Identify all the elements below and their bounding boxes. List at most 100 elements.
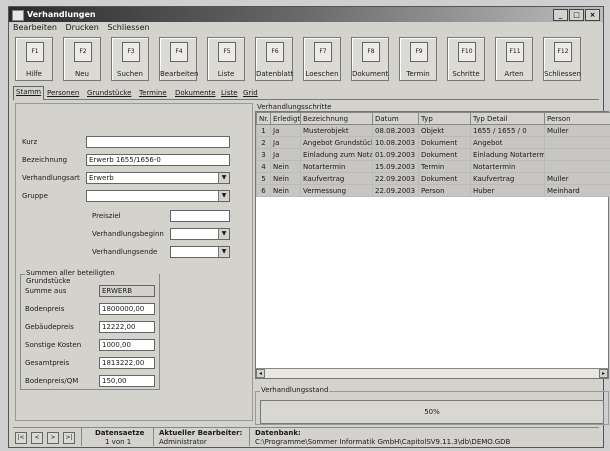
window-controls: _ □ ×: [553, 9, 600, 21]
col-erledigt[interactable]: Erledigt: [270, 112, 301, 125]
neu-label: Neu: [75, 70, 89, 78]
schritte-button[interactable]: F10 Schritte: [447, 37, 485, 81]
scroll-right-icon[interactable]: ▸: [599, 369, 608, 378]
app-icon: [12, 10, 24, 21]
row-person: [544, 136, 610, 149]
hilfe-label: Hilfe: [26, 70, 42, 78]
summen-group: Summen aller beteiligten Grundstücke Sum…: [20, 269, 160, 390]
row-typ-detail: Einladung Notartermi: [470, 148, 545, 161]
table-row[interactable]: 4 Nein Notartermin 15.09.2003 Termin Not…: [256, 160, 610, 173]
maximize-button[interactable]: □: [569, 9, 584, 21]
verhandlungsart-select[interactable]: Erwerb ▼: [86, 172, 230, 184]
gebaeudepreis-field[interactable]: 12222,00: [99, 321, 155, 333]
last-record-button[interactable]: >|: [63, 432, 75, 444]
row-bezeichnung: Musterobjekt: [300, 124, 373, 137]
datenblatt-label: Datenblatt: [256, 70, 294, 78]
row-person: Meinhard: [544, 184, 610, 197]
arten-label: Arten: [504, 70, 524, 78]
tab-grid[interactable]: Grid: [241, 88, 260, 99]
suchen-label: Suchen: [117, 70, 143, 78]
prev-record-button[interactable]: <: [31, 432, 43, 444]
col-nr[interactable]: Nr.: [256, 112, 271, 125]
f7-key-icon: F7: [314, 42, 332, 62]
chevron-down-icon[interactable]: ▼: [218, 229, 229, 239]
menu-schliessen[interactable]: Schliessen: [107, 23, 149, 32]
hilfe-button[interactable]: F1 Hilfe: [15, 37, 53, 81]
horizontal-scrollbar[interactable]: ◂ ▸: [256, 368, 608, 378]
verhandlungsart-label: Verhandlungsart: [22, 174, 80, 182]
bezeichnung-field[interactable]: Erwerb 1655/1656-0: [86, 154, 230, 166]
f12-key-icon: F12: [554, 42, 572, 62]
bearbeiten-button[interactable]: F4 Bearbeiten: [159, 37, 198, 81]
suchen-button[interactable]: F3 Suchen: [111, 37, 149, 81]
title-bar[interactable]: Verhandlungen _ □ ×: [9, 7, 603, 22]
kurz-field[interactable]: [86, 136, 230, 148]
ende-select[interactable]: ▼: [170, 246, 230, 258]
schliessen-label: Schliessen: [544, 70, 581, 78]
sonstige-kosten-field[interactable]: 1000,00: [99, 339, 155, 351]
tab-stamm[interactable]: Stamm: [13, 86, 45, 100]
tab-personen[interactable]: Personen: [45, 88, 81, 99]
gruppe-select[interactable]: ▼: [86, 190, 230, 202]
verhandlungsstand-group: Verhandlungsstand 50%: [255, 386, 609, 425]
steps-title: Verhandlungsschritte: [257, 103, 332, 111]
row-bezeichnung: Angebot Grundstück: [300, 136, 373, 149]
table-row[interactable]: 6 Nein Vermessung 22.09.2003 Person Hube…: [256, 184, 610, 197]
steps-header-row: Nr. Erledigt Bezeichnung Datum Typ Typ D…: [256, 112, 610, 125]
row-typ: Termin: [418, 160, 471, 173]
main-window: Verhandlungen _ □ × Bearbeiten Drucken S…: [8, 6, 610, 448]
bodenpreis-field[interactable]: 1800000,00: [99, 303, 155, 315]
col-typ-detail[interactable]: Typ Detail: [470, 112, 545, 125]
f6-key-icon: F6: [266, 42, 284, 62]
next-record-button[interactable]: >: [47, 432, 59, 444]
table-row[interactable]: 1 Ja Musterobjekt 08.08.2003 Objekt 1655…: [256, 124, 610, 137]
arten-button[interactable]: F11 Arten: [495, 37, 533, 81]
col-typ[interactable]: Typ: [418, 112, 471, 125]
table-row[interactable]: 2 Ja Angebot Grundstück 10.08.2003 Dokum…: [256, 136, 610, 149]
minimize-button[interactable]: _: [553, 9, 568, 21]
row-person: Muller: [544, 124, 610, 137]
neu-button[interactable]: F2 Neu: [63, 37, 101, 81]
col-bezeichnung[interactable]: Bezeichnung: [300, 112, 373, 125]
beginn-select[interactable]: ▼: [170, 228, 230, 240]
scroll-left-icon[interactable]: ◂: [256, 369, 265, 378]
summe-aus-label: Summe aus: [25, 287, 67, 295]
tab-dokumente[interactable]: Dokumente: [173, 88, 218, 99]
f1-key-icon: F1: [26, 42, 44, 62]
termin-button[interactable]: F9 Termin: [399, 37, 437, 81]
f11-key-icon: F11: [506, 42, 524, 62]
datenblatt-button[interactable]: F6 Datenblatt: [255, 37, 293, 81]
menu-bearbeiten[interactable]: Bearbeiten: [13, 23, 57, 32]
status-divider: [81, 428, 82, 446]
liste-button[interactable]: F5 Liste: [207, 37, 245, 81]
schliessen-button[interactable]: F12 Schliessen: [543, 37, 581, 81]
menu-drucken[interactable]: Drucken: [66, 23, 99, 32]
tab-termine[interactable]: Termine: [137, 88, 169, 99]
table-row[interactable]: 3 Ja Einladung zum Notar 01.09.2003 Doku…: [256, 148, 610, 161]
row-typ: Dokument: [418, 148, 471, 161]
bodenpreis-qm-field[interactable]: 150,00: [99, 375, 155, 387]
steps-grid: Nr. Erledigt Bezeichnung Datum Typ Typ D…: [255, 111, 610, 379]
col-person[interactable]: Person: [544, 112, 610, 125]
row-typ-detail: Huber: [470, 184, 545, 197]
tab-grundstuecke[interactable]: Grundstücke: [85, 88, 133, 99]
f5-key-icon: F5: [218, 42, 236, 62]
kurz-label: Kurz: [22, 138, 38, 146]
chevron-down-icon[interactable]: ▼: [218, 247, 229, 257]
progress-text: 50%: [424, 408, 440, 416]
chevron-down-icon[interactable]: ▼: [218, 173, 229, 183]
dokument-button[interactable]: F8 Dokument: [351, 37, 389, 81]
preisziel-field[interactable]: [170, 210, 230, 222]
f2-key-icon: F2: [74, 42, 92, 62]
close-button[interactable]: ×: [585, 9, 600, 21]
row-nr: 4: [256, 160, 271, 173]
row-bezeichnung: Vermessung: [300, 184, 373, 197]
gesamtpreis-field[interactable]: 1813222,00: [99, 357, 155, 369]
chevron-down-icon[interactable]: ▼: [218, 191, 229, 201]
first-record-button[interactable]: |<: [15, 432, 27, 444]
tab-liste[interactable]: Liste: [219, 88, 240, 99]
loeschen-button[interactable]: F7 Loeschen: [303, 37, 341, 81]
table-row[interactable]: 5 Nein Kaufvertrag 22.09.2003 Dokument K…: [256, 172, 610, 185]
col-datum[interactable]: Datum: [372, 112, 419, 125]
dokument-label: Dokument: [352, 70, 389, 78]
